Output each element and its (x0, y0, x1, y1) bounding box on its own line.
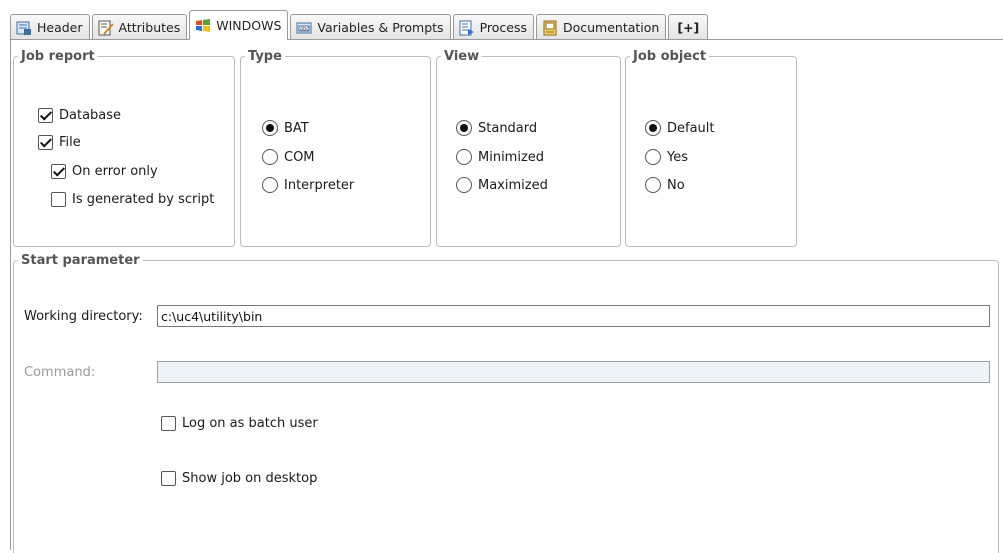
windows-icon (196, 18, 211, 32)
radio-circle[interactable] (262, 177, 278, 193)
variables-icon: abc (296, 22, 312, 33)
checkbox-box[interactable] (51, 164, 66, 179)
tab-process[interactable]: Process (452, 14, 534, 40)
job-object-default-radio[interactable]: Default (645, 120, 715, 136)
job-object-yes-radio[interactable]: Yes (645, 149, 688, 165)
tab-divider (10, 39, 1003, 40)
radio-circle[interactable] (645, 177, 661, 193)
radio-circle[interactable] (645, 120, 661, 136)
view-legend: View (444, 49, 480, 64)
documentation-icon (543, 20, 557, 35)
start-parameter-group: Start parameter (13, 253, 999, 553)
radio-circle[interactable] (262, 120, 278, 136)
tab-documentation[interactable]: Documentation (535, 14, 667, 40)
svg-text:abc: abc (300, 26, 309, 32)
job-object-legend: Job object (633, 49, 707, 64)
view-group: View (436, 49, 621, 247)
type-bat-radio[interactable]: BAT (262, 120, 309, 136)
tab-attributes[interactable]: Attributes (91, 14, 188, 40)
file-checkbox[interactable]: File (38, 135, 81, 150)
database-label: Database (59, 108, 122, 123)
radio-circle[interactable] (645, 149, 661, 165)
log-on-batch-user-checkbox[interactable]: Log on as batch user (161, 416, 318, 431)
view-minimized-label: Minimized (478, 149, 545, 165)
log-on-batch-user-label: Log on as batch user (182, 416, 318, 431)
type-legend: Type (248, 49, 282, 64)
radio-circle[interactable] (262, 149, 278, 165)
type-com-label: COM (284, 149, 315, 165)
radio-circle[interactable] (456, 177, 472, 193)
job-report-legend: Job report (21, 49, 95, 64)
header-icon (16, 21, 31, 35)
process-icon (459, 20, 474, 35)
checkbox-box[interactable] (51, 192, 66, 207)
start-parameter-legend: Start parameter (21, 253, 140, 268)
tab-bar: Header Attributes WINDOWS abc Variables … (10, 10, 710, 40)
tab-add[interactable]: [+] (668, 14, 709, 40)
type-interpreter-label: Interpreter (284, 177, 355, 193)
type-bat-label: BAT (284, 120, 309, 136)
tab-add-label: [+] (677, 20, 700, 35)
on-error-only-label: On error only (72, 164, 158, 179)
working-directory-input[interactable] (157, 305, 990, 327)
checkbox-box[interactable] (38, 135, 53, 150)
type-interpreter-radio[interactable]: Interpreter (262, 177, 354, 193)
type-com-radio[interactable]: COM (262, 149, 315, 165)
tab-label: Documentation (562, 20, 660, 35)
show-job-on-desktop-checkbox[interactable]: Show job on desktop (161, 471, 317, 486)
attributes-icon (98, 20, 114, 35)
job-object-default-label: Default (667, 120, 715, 136)
file-label: File (59, 135, 81, 150)
command-label: Command: (24, 365, 96, 380)
show-job-on-desktop-label: Show job on desktop (182, 471, 318, 486)
tab-label: Header (37, 20, 83, 35)
view-maximized-radio[interactable]: Maximized (456, 177, 548, 193)
tab-windows[interactable]: WINDOWS (189, 10, 289, 40)
job-object-group: Job object (625, 49, 797, 247)
database-checkbox[interactable]: Database (38, 108, 121, 123)
job-object-yes-label: Yes (667, 149, 688, 165)
panel-border (10, 39, 11, 550)
working-directory-label: Working directory: (24, 309, 143, 324)
job-object-no-radio[interactable]: No (645, 177, 685, 193)
checkbox-box[interactable] (38, 108, 53, 123)
tab-header[interactable]: Header (10, 14, 90, 40)
tab-label: Variables & Prompts (317, 20, 444, 35)
radio-circle[interactable] (456, 120, 472, 136)
tab-label: Attributes (118, 20, 181, 35)
tab-variables-prompts[interactable]: abc Variables & Prompts (290, 14, 451, 40)
tab-label: WINDOWS (216, 18, 282, 33)
type-group: Type (240, 49, 431, 247)
view-standard-radio[interactable]: Standard (456, 120, 537, 136)
command-input[interactable] (157, 361, 990, 383)
view-maximized-label: Maximized (478, 177, 548, 193)
view-minimized-radio[interactable]: Minimized (456, 149, 544, 165)
generated-by-script-checkbox[interactable]: Is generated by script (51, 192, 214, 207)
generated-by-script-label: Is generated by script (72, 192, 215, 207)
checkbox-box[interactable] (161, 416, 176, 431)
on-error-only-checkbox[interactable]: On error only (51, 164, 158, 179)
tab-label: Process (479, 20, 527, 35)
job-object-no-label: No (667, 177, 685, 193)
view-standard-label: Standard (478, 120, 538, 136)
checkbox-box[interactable] (161, 471, 176, 486)
radio-circle[interactable] (456, 149, 472, 165)
